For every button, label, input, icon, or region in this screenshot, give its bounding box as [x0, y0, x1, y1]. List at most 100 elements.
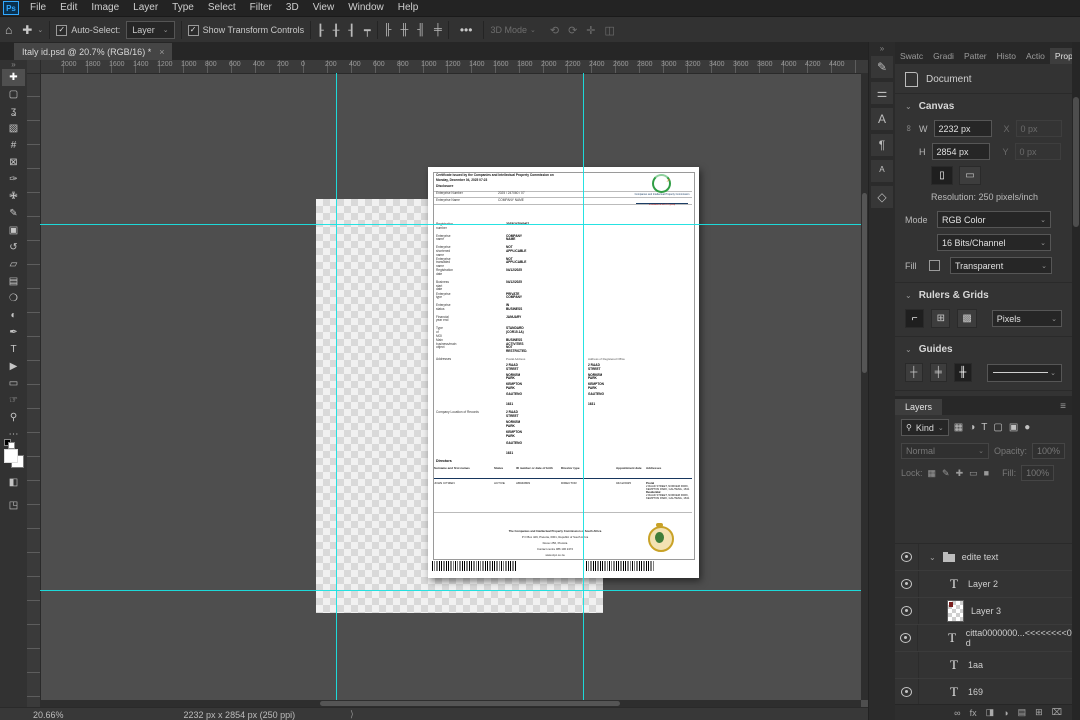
chevron-down-icon[interactable]: ⌄: [929, 553, 936, 562]
menu-image[interactable]: Image: [84, 0, 126, 16]
orientation-landscape-button[interactable]: ▭: [959, 166, 981, 185]
vertical-guide[interactable]: [336, 73, 337, 707]
brush-tool[interactable]: ✎: [2, 205, 25, 222]
path-selection-tool[interactable]: ▶: [2, 358, 25, 375]
distribute-icon[interactable]: ╫: [400, 24, 408, 36]
toggle-rulers-icon[interactable]: ⌐: [905, 309, 925, 328]
history-brush-tool[interactable]: ↺: [2, 239, 25, 256]
menu-filter[interactable]: Filter: [243, 0, 279, 16]
screen-mode-icon[interactable]: ◳: [2, 497, 25, 514]
kind-filter-dropdown[interactable]: ⚲ Kind ⌄: [901, 419, 949, 436]
home-icon[interactable]: ⌂: [0, 23, 17, 37]
filter-smart-objects-icon[interactable]: ▣: [1009, 422, 1018, 433]
healing-brush-tool[interactable]: ✙: [2, 188, 25, 205]
layer-row[interactable]: T 1aa: [895, 652, 1072, 679]
move-tool[interactable]: ✚: [2, 69, 25, 86]
adjustment-layer-icon[interactable]: ◑: [1003, 708, 1008, 718]
layer-visibility-toggle[interactable]: [895, 598, 919, 624]
layer-row[interactable]: Layer 3: [895, 598, 1072, 625]
libraries-panel-icon[interactable]: ◇: [871, 186, 893, 208]
canvas-vertical-scrollbar[interactable]: [861, 73, 868, 700]
bit-depth-dropdown[interactable]: 16 Bits/Channel ⌄: [937, 234, 1051, 251]
move-tool-preset-icon[interactable]: ✚: [17, 23, 37, 37]
filter-pixel-layers-icon[interactable]: ▦: [954, 422, 963, 433]
canvas-viewport[interactable]: Certificate issued by the Companies and …: [40, 73, 868, 707]
panel-collapse-icon[interactable]: »: [880, 44, 884, 54]
menu-layer[interactable]: Layer: [126, 0, 165, 16]
hand-tool[interactable]: ☞: [2, 392, 25, 409]
frame-tool[interactable]: ⊠: [2, 154, 25, 171]
canvas-width-input[interactable]: 2232 px: [933, 120, 992, 137]
orientation-portrait-button[interactable]: ▯: [931, 166, 953, 185]
toolbar-expand-icon[interactable]: »: [11, 60, 15, 69]
canvas-section-header[interactable]: ⌄ Canvas: [895, 94, 1072, 117]
align-icon[interactable]: ┯: [364, 24, 371, 37]
layer-row[interactable]: T 169: [895, 679, 1072, 705]
tab-swatc[interactable]: Swatc: [895, 48, 928, 64]
character-panel-icon[interactable]: A: [871, 108, 893, 130]
layer-group-icon[interactable]: ▤: [1018, 707, 1027, 718]
layer-effects-icon[interactable]: fx: [970, 708, 977, 718]
object-selection-tool[interactable]: ▧: [2, 120, 25, 137]
rulers-grids-section-header[interactable]: ⌄ Rulers & Grids: [895, 283, 1072, 306]
guides-section-header[interactable]: ⌄ Guides: [895, 337, 1072, 360]
tab-layers[interactable]: Layers: [895, 399, 943, 415]
toggle-pixel-grid-icon[interactable]: ▩: [957, 309, 977, 328]
guide-style-dropdown[interactable]: ⌄: [986, 363, 1063, 382]
menu-select[interactable]: Select: [201, 0, 243, 16]
menu-window[interactable]: Window: [341, 0, 391, 16]
tab-histo[interactable]: Histo: [992, 48, 1021, 64]
delete-layer-icon[interactable]: ⌧: [1052, 707, 1062, 718]
toggle-guides-icon[interactable]: ┼: [905, 363, 923, 382]
document-tab[interactable]: Italy id.psd @ 20.7% (RGB/16) * ×: [14, 43, 173, 60]
fill-dropdown[interactable]: Transparent ⌄: [950, 257, 1052, 274]
filter-shape-layers-icon[interactable]: ▢: [993, 422, 1002, 433]
eraser-tool[interactable]: ▱: [2, 256, 25, 273]
align-icon[interactable]: ┠: [317, 24, 324, 37]
type-tool[interactable]: T: [2, 341, 25, 358]
layer-visibility-toggle[interactable]: [895, 652, 919, 678]
status-chevron-icon[interactable]: ⟩: [350, 709, 354, 720]
menu-edit[interactable]: Edit: [53, 0, 84, 16]
mode-dropdown[interactable]: RGB Color ⌄: [937, 211, 1051, 228]
new-layer-icon[interactable]: ⊞: [1035, 707, 1043, 718]
toggle-smart-guides-icon[interactable]: ╪: [929, 363, 947, 382]
horizontal-guide[interactable]: [40, 590, 868, 591]
show-transform-checkbox[interactable]: ✓: [187, 24, 199, 36]
layer-row[interactable]: T Layer 2: [895, 571, 1072, 598]
auto-select-checkbox[interactable]: ✓: [56, 24, 68, 36]
foreground-color-swatch[interactable]: [3, 449, 18, 463]
layer-row[interactable]: ⌄ edite text: [895, 544, 1072, 571]
filter-adjustment-layers-icon[interactable]: ◑: [969, 422, 975, 433]
filter-type-layers-icon[interactable]: T: [981, 422, 987, 433]
menu-view[interactable]: View: [306, 0, 342, 16]
lock-guides-icon[interactable]: ╫: [954, 363, 972, 382]
layer-visibility-toggle[interactable]: [895, 544, 919, 570]
menu-help[interactable]: Help: [391, 0, 426, 16]
toggle-grid-icon[interactable]: ⊞: [931, 309, 951, 328]
tab-gradi[interactable]: Gradi: [928, 48, 959, 64]
layer-visibility-toggle[interactable]: [895, 679, 919, 705]
gradient-tool[interactable]: ▤: [2, 273, 25, 290]
filter-toggle-icon[interactable]: ●: [1024, 422, 1030, 433]
paragraph-panel-icon[interactable]: ¶: [871, 134, 893, 156]
layer-visibility-toggle[interactable]: [895, 625, 918, 651]
blur-tool[interactable]: ❍: [2, 290, 25, 307]
lasso-tool[interactable]: ʓ: [2, 103, 25, 120]
canvas-horizontal-scrollbar[interactable]: [40, 700, 861, 707]
more-options-icon[interactable]: •••: [455, 23, 478, 37]
layer-mask-icon[interactable]: ◨: [986, 707, 995, 718]
horizontal-guide[interactable]: [40, 224, 868, 225]
glyphs-panel-icon[interactable]: ᴬ: [871, 160, 893, 182]
quick-mask-icon[interactable]: ◧: [2, 474, 25, 491]
tab-patter[interactable]: Patter: [959, 48, 992, 64]
distribute-icon[interactable]: ╪: [434, 24, 442, 36]
menu-3d[interactable]: 3D: [279, 0, 306, 16]
tool-presets-icon[interactable]: ⚌: [871, 82, 893, 104]
canvas-height-input[interactable]: 2854 px: [931, 143, 990, 160]
eyedropper-tool[interactable]: ✑: [2, 171, 25, 188]
rectangle-tool[interactable]: ▭: [2, 375, 25, 392]
layer-row[interactable]: Tcitta0000000...<<<<<<<<0 d: [895, 625, 1072, 652]
close-icon[interactable]: ×: [159, 47, 164, 57]
brush-settings-icon[interactable]: ✎: [871, 56, 893, 78]
